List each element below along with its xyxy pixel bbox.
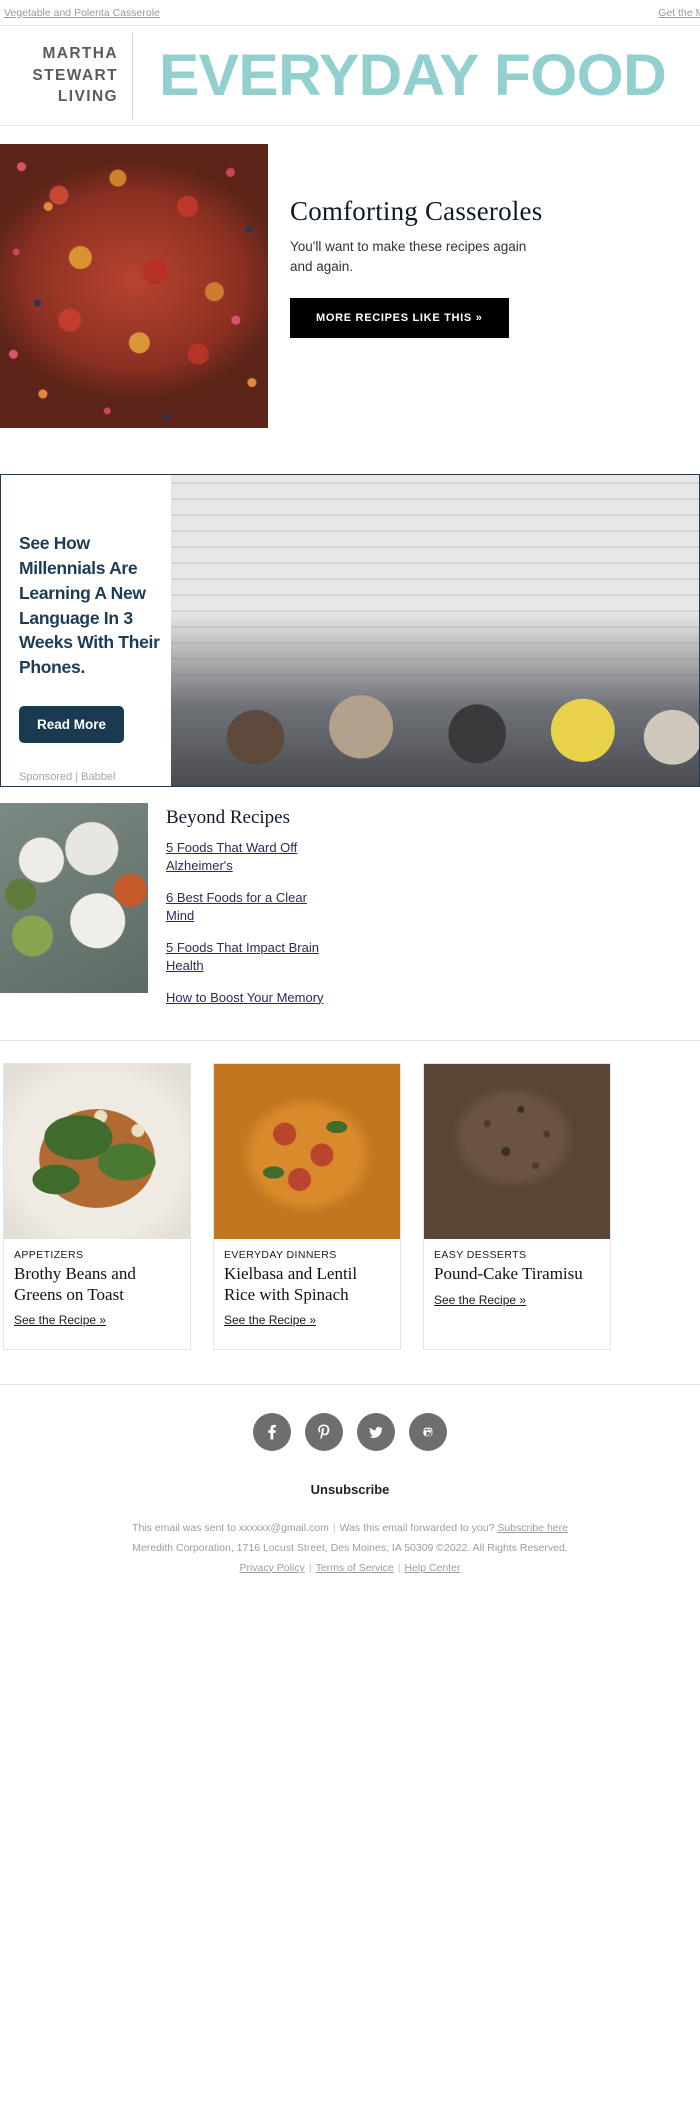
recipe-card-image[interactable] xyxy=(214,1064,400,1240)
hero-copy: Comforting Casseroles You'll want to mak… xyxy=(268,144,700,428)
get-the-magazine-link[interactable]: Get the Mag xyxy=(658,7,700,19)
terms-of-service-link[interactable]: Terms of Service xyxy=(316,1562,394,1574)
email-body: Vegetable and Polenta Casserole Get the … xyxy=(0,0,700,1613)
recipe-card-easy-desserts[interactable]: EASY DESSERTS Pound-Cake Tiramisu See th… xyxy=(423,1063,611,1350)
beyond-recipes-image[interactable] xyxy=(0,803,148,993)
people-photo xyxy=(171,475,699,786)
footer-divider: | xyxy=(332,1521,336,1534)
recipe-card-category: APPETIZERS xyxy=(14,1249,84,1262)
recipe-card-body: EVERYDAY DINNERS Kielbasa and Lentil Ric… xyxy=(214,1239,400,1349)
sent-to-text: This email was sent to xxxxxx@gmail.com xyxy=(132,1521,329,1534)
ad-image-people[interactable] xyxy=(171,475,699,786)
email-footer: Unsubscribe This email was sent to xxxxx… xyxy=(0,1383,700,1613)
footer-fine-print: This email was sent to xxxxxx@gmail.com |… xyxy=(0,1519,700,1579)
recipe-card-image[interactable] xyxy=(4,1064,190,1240)
ad-sponsor-label: Sponsored | Babbel xyxy=(19,771,116,784)
martha-stewart-living-logo[interactable]: MARTHA STEWART LIVING xyxy=(22,43,118,107)
recipe-card-title: Brothy Beans and Greens on Toast xyxy=(14,1264,136,1304)
recipe-card-body: EASY DESSERTS Pound-Cake Tiramisu See th… xyxy=(424,1239,610,1328)
recipe-cards-row: APPETIZERS Brothy Beans and Greens on To… xyxy=(0,1063,700,1350)
beyond-link-1[interactable]: 5 Foods That Ward Off Alzheimer's xyxy=(166,839,336,876)
masthead: MARTHA STEWART LIVING EVERYDAY FOOD xyxy=(0,26,700,126)
recipe-card-title: Kielbasa and Lentil Rice with Spinach xyxy=(224,1264,358,1304)
more-recipes-button[interactable]: MORE RECIPES LIKE THIS » xyxy=(290,298,509,339)
recipe-card-body: APPETIZERS Brothy Beans and Greens on To… xyxy=(4,1239,190,1349)
pinterest-icon[interactable] xyxy=(305,1412,343,1451)
recipe-card-everyday-dinners[interactable]: EVERYDAY DINNERS Kielbasa and Lentil Ric… xyxy=(213,1063,401,1350)
brothy-beans-photo xyxy=(4,1064,190,1240)
beyond-link-4[interactable]: How to Boost Your Memory xyxy=(166,989,336,1007)
logo-divider xyxy=(132,32,133,119)
brand-line-3: LIVING xyxy=(57,88,118,106)
hero-title: Comforting Casseroles xyxy=(290,196,543,226)
ad-headline: See How Millennials Are Learning A New L… xyxy=(19,533,160,678)
everyday-food-logo[interactable]: EVERYDAY FOOD xyxy=(159,42,667,109)
hero-description: You'll want to make these recipes again … xyxy=(290,239,527,274)
ad-read-more-button[interactable]: Read More xyxy=(19,706,124,744)
hero-section: Comforting Casseroles You'll want to mak… xyxy=(0,126,700,428)
privacy-policy-link[interactable]: Privacy Policy xyxy=(239,1562,304,1574)
footer-divider: | xyxy=(308,1561,312,1574)
kielbasa-lentil-photo xyxy=(214,1064,400,1240)
social-links xyxy=(0,1412,700,1451)
recipe-card-appetizers[interactable]: APPETIZERS Brothy Beans and Greens on To… xyxy=(3,1063,191,1350)
preheader-bar: Vegetable and Polenta Casserole Get the … xyxy=(0,0,700,26)
casserole-photo xyxy=(0,144,268,428)
unsubscribe-link[interactable]: Unsubscribe xyxy=(311,1482,390,1497)
healthy-bowls-photo xyxy=(0,803,148,993)
hero-image-casserole[interactable] xyxy=(0,144,268,428)
instagram-icon[interactable] xyxy=(409,1412,447,1451)
footer-line-1: This email was sent to xxxxxx@gmail.com |… xyxy=(0,1519,700,1539)
sponsored-ad-babbel[interactable]: See How Millennials Are Learning A New L… xyxy=(0,474,700,787)
beyond-recipes-copy: Beyond Recipes 5 Foods That Ward Off Alz… xyxy=(148,803,336,1020)
forwarded-text: Was this email forwarded to you? xyxy=(339,1521,495,1534)
help-center-link[interactable]: Help Center xyxy=(404,1562,460,1574)
beyond-link-3[interactable]: 5 Foods That Impact Brain Health xyxy=(166,939,336,976)
recipe-card-category: EASY DESSERTS xyxy=(434,1249,527,1262)
subscribe-here-link[interactable]: Subscribe here xyxy=(497,1522,568,1534)
see-the-recipe-link[interactable]: See the Recipe » xyxy=(434,1293,526,1307)
beyond-recipes-section: Beyond Recipes 5 Foods That Ward Off Alz… xyxy=(0,787,700,1042)
beyond-link-2[interactable]: 6 Best Foods for a Clear Mind xyxy=(166,889,336,926)
recipe-card-category: EVERYDAY DINNERS xyxy=(224,1249,337,1262)
facebook-icon[interactable] xyxy=(253,1412,291,1451)
recipe-card-image[interactable] xyxy=(424,1064,610,1240)
brand-line-2: STEWART xyxy=(32,66,118,84)
see-the-recipe-link[interactable]: See the Recipe » xyxy=(224,1313,316,1327)
preheader-subject-link[interactable]: Vegetable and Polenta Casserole xyxy=(4,7,160,19)
ad-copy-panel: See How Millennials Are Learning A New L… xyxy=(1,475,171,786)
brand-line-1: MARTHA xyxy=(42,45,118,63)
beyond-recipes-title: Beyond Recipes xyxy=(166,807,291,828)
footer-line-2: Meredith Corporation, 1716 Locust Street… xyxy=(132,1541,568,1554)
recipe-card-title: Pound-Cake Tiramisu xyxy=(434,1264,583,1284)
twitter-icon[interactable] xyxy=(357,1412,395,1451)
footer-line-3: Privacy Policy | Terms of Service | Help Cen… xyxy=(0,1559,700,1579)
pound-cake-tiramisu-photo xyxy=(424,1064,610,1240)
see-the-recipe-link[interactable]: See the Recipe » xyxy=(14,1313,106,1327)
footer-divider: | xyxy=(397,1561,401,1574)
